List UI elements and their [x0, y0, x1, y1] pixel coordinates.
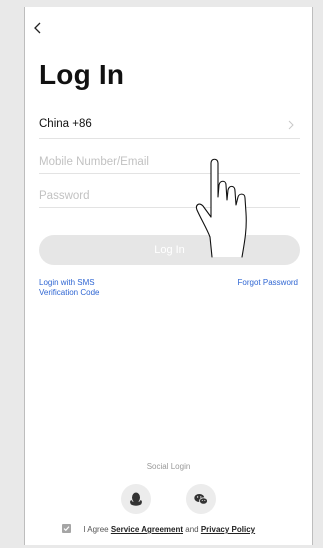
wechat-login-button[interactable] [186, 484, 216, 514]
qq-penguin-icon [130, 492, 142, 506]
page-title: Log In [39, 59, 125, 90]
mobile-email-input[interactable] [39, 151, 300, 173]
service-agreement-link[interactable]: Service Agreement [111, 525, 183, 534]
back-button[interactable] [31, 19, 47, 37]
checkmark-icon [63, 526, 70, 532]
country-code-value: China +86 [39, 118, 92, 130]
password-row [39, 185, 300, 208]
chevron-right-icon [288, 120, 294, 130]
agreement-row: I Agree Service Agreement and Privacy Po… [62, 524, 255, 534]
login-screen: Log In China +86 Log In Login with SMS V… [24, 7, 313, 545]
password-input[interactable] [39, 185, 300, 207]
login-button[interactable]: Log In [39, 235, 300, 265]
agreement-and: and [185, 525, 199, 534]
mobile-email-row [39, 151, 300, 174]
country-selector[interactable]: China +86 [39, 116, 300, 139]
social-login-label: Social Login [146, 462, 191, 471]
privacy-policy-link[interactable]: Privacy Policy [201, 525, 255, 534]
forgot-password-link[interactable]: Forgot Password [238, 278, 298, 288]
agreement-prefix: I Agree [83, 525, 109, 534]
qq-login-button[interactable] [121, 484, 151, 514]
wechat-icon [194, 494, 208, 505]
agreement-checkbox[interactable] [62, 524, 71, 533]
sms-login-link[interactable]: Login with SMS Verification Code [39, 278, 129, 298]
